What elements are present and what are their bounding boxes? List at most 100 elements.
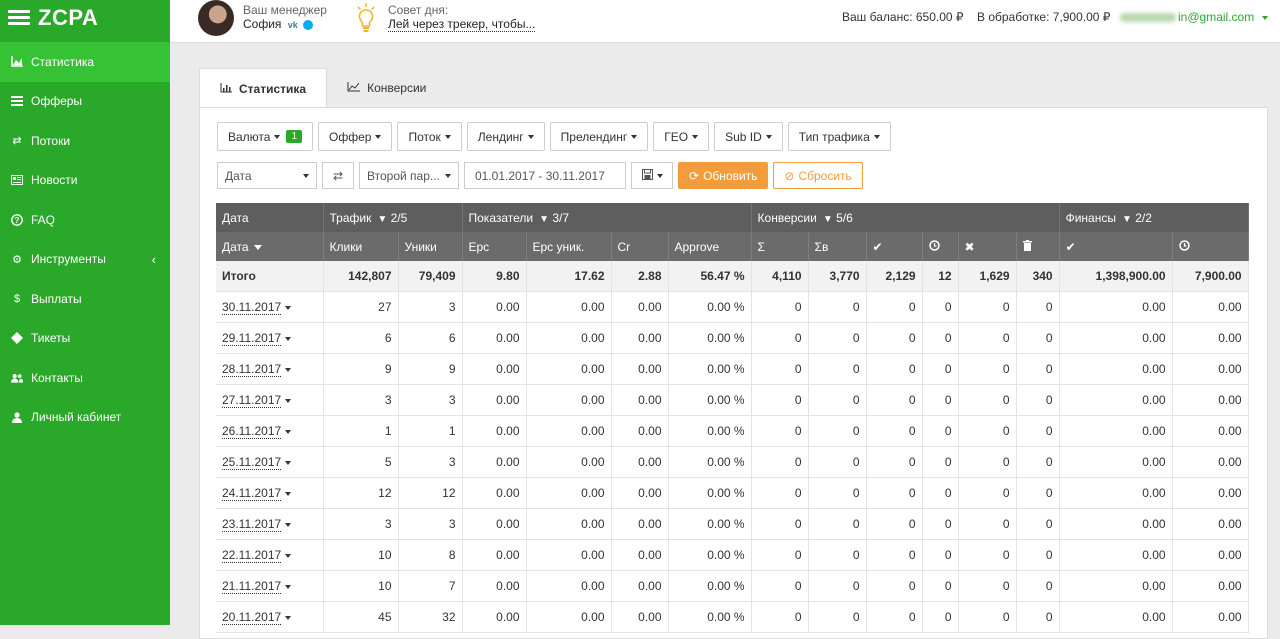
sidebar-item-tickets[interactable]: Тикеты — [0, 319, 170, 359]
sidebar-item-statistics[interactable]: Статистика — [0, 42, 170, 82]
col-pending[interactable] — [922, 232, 959, 261]
date-link[interactable]: 30.11.2017 — [222, 300, 282, 315]
sidebar-item-contacts[interactable]: Контакты — [0, 358, 170, 398]
offer-filter[interactable]: Оффер — [318, 122, 393, 151]
col-cr[interactable]: Cr — [611, 232, 669, 261]
table-cell: 6 — [323, 322, 399, 354]
update-button[interactable]: ⟳ Обновить — [678, 162, 769, 189]
table-row: 22.11.2017 10 8 0.00 0.00 0.00 0.00 % 0 0 0 0 0 0 0.0… — [216, 539, 1249, 571]
table-cell: 0.00 — [1059, 539, 1173, 571]
brand-name: ZCPA — [38, 5, 99, 30]
group-label: Трафик — [329, 210, 372, 225]
group-metrics[interactable]: Показатели ▼ 3/7 — [462, 203, 752, 232]
table-cell: 3 — [398, 446, 463, 478]
date-link[interactable]: 27.11.2017 — [222, 393, 282, 408]
flow-filter[interactable]: Поток — [397, 122, 462, 151]
table-cell: 0 — [866, 291, 923, 323]
table-cell: 0 — [1016, 508, 1060, 540]
sidebar-item-label: Инструменты — [31, 252, 106, 267]
col-clicks[interactable]: Клики — [323, 232, 399, 261]
table-cell: 0 — [808, 446, 867, 478]
table-cell: 0.00 — [611, 508, 669, 540]
col-epc-uniq[interactable]: Epc уник. — [526, 232, 612, 261]
filter-label: Оффер — [329, 129, 372, 144]
subid-filter[interactable]: Sub ID — [714, 122, 783, 151]
filter-label: Sub ID — [725, 129, 762, 144]
col-fin-approved[interactable]: ✔ — [1059, 232, 1173, 261]
ticket-icon — [11, 332, 23, 345]
date-link[interactable]: 29.11.2017 — [222, 331, 282, 346]
table-cell: 0 — [958, 291, 1017, 323]
col-rejected[interactable]: ✖ — [958, 232, 1017, 261]
group-conversions[interactable]: Конверсии ▼ 5/6 — [751, 203, 1060, 232]
col-trash[interactable] — [1016, 232, 1060, 261]
table-cell: 7 — [398, 570, 463, 602]
table-cell: 0 — [922, 415, 959, 447]
table-cell: 10 — [323, 570, 399, 602]
date-link[interactable]: 28.11.2017 — [222, 362, 282, 377]
chevron-down-icon — [285, 398, 292, 403]
brand-logo[interactable]: ZCPA — [0, 0, 170, 36]
col-sum[interactable]: Σ — [751, 232, 809, 261]
table-cell: 0 — [1016, 322, 1060, 354]
prelanding-filter[interactable]: Прелендинг — [549, 122, 649, 151]
table-cell: 0 — [958, 384, 1017, 416]
table-cell: 0.00 — [526, 415, 612, 447]
reset-button[interactable]: ⊘ Сбросить — [773, 162, 863, 189]
vk-icon[interactable]: vk — [288, 18, 298, 32]
table-cell: 0.00 % — [668, 539, 752, 571]
col-sum-b[interactable]: Σв — [808, 232, 867, 261]
table-cell: 0 — [866, 353, 923, 385]
table-cell: 0.00 — [526, 384, 612, 416]
geo-filter[interactable]: ГЕО — [653, 122, 710, 151]
table-cell: 27 — [323, 291, 399, 323]
group-traffic[interactable]: Трафик ▼ 2/5 — [323, 203, 463, 232]
second-param-select[interactable]: Второй пар... — [359, 162, 459, 189]
group-by-select[interactable]: Дата — [217, 162, 317, 189]
statistics-table: Дата Трафик ▼ 2/5 Показатели ▼ 3/7 Конверс… — [216, 203, 1249, 633]
col-approved[interactable]: ✔ — [866, 232, 923, 261]
currency-filter[interactable]: Валюта 1 — [217, 122, 314, 151]
col-epc[interactable]: Epc — [462, 232, 527, 261]
tip-link[interactable]: Лей через трекер, чтобы... — [388, 17, 536, 32]
table-cell: 0.00 — [611, 477, 669, 509]
chevron-down-icon — [692, 134, 699, 139]
table-cell: 45 — [323, 601, 399, 633]
swap-button[interactable]: ⇄ — [322, 162, 354, 189]
total-cell: 2,129 — [866, 261, 923, 292]
date-link[interactable]: 24.11.2017 — [222, 486, 282, 501]
date-link[interactable]: 20.11.2017 — [222, 610, 282, 625]
date-link[interactable]: 22.11.2017 — [222, 548, 282, 563]
date-link[interactable]: 23.11.2017 — [222, 517, 282, 532]
sidebar-item-news[interactable]: Новости — [0, 161, 170, 201]
tab-conversions[interactable]: Конверсии — [327, 68, 446, 108]
date-link[interactable]: 26.11.2017 — [222, 424, 282, 439]
date-link[interactable]: 21.11.2017 — [222, 579, 282, 594]
sidebar-item-flows[interactable]: ⇄ Потоки — [0, 121, 170, 161]
tab-statistics[interactable]: Статистика — [199, 68, 328, 109]
landing-filter[interactable]: Лендинг — [466, 122, 545, 151]
col-uniques[interactable]: Уники — [398, 232, 463, 261]
chevron-down-icon — [303, 173, 309, 178]
user-email-menu[interactable]: in@gmail.com — [1120, 10, 1268, 24]
table-cell: 0.00 — [1059, 477, 1173, 509]
sidebar-item-offers[interactable]: Офферы — [0, 82, 170, 122]
table-cell: 1 — [398, 415, 463, 447]
traffic-type-filter[interactable]: Тип трафика — [787, 122, 891, 151]
col-approve[interactable]: Approve — [668, 232, 752, 261]
sidebar-item-account[interactable]: Личный кабинет — [0, 398, 170, 438]
table-cell: 0 — [1016, 446, 1060, 478]
group-finance[interactable]: Финансы ▼ 2/2 — [1059, 203, 1249, 232]
col-fin-pending[interactable] — [1172, 232, 1249, 261]
sidebar-item-faq[interactable]: ? FAQ — [0, 200, 170, 240]
sidebar-item-tools[interactable]: ⚙ Инструменты ‹ — [0, 240, 170, 280]
sidebar-item-payouts[interactable]: $ Выплаты — [0, 279, 170, 319]
menu-icon[interactable] — [8, 10, 30, 26]
date-link[interactable]: 25.11.2017 — [222, 455, 282, 470]
table-cell: 0.00 — [1172, 477, 1249, 509]
table-cell: 0 — [751, 291, 809, 323]
skype-icon[interactable] — [303, 19, 314, 30]
date-range-input[interactable]: 01.01.2017 - 30.11.2017 — [464, 162, 626, 189]
export-button[interactable] — [631, 162, 673, 189]
col-date[interactable]: Дата — [216, 232, 324, 261]
